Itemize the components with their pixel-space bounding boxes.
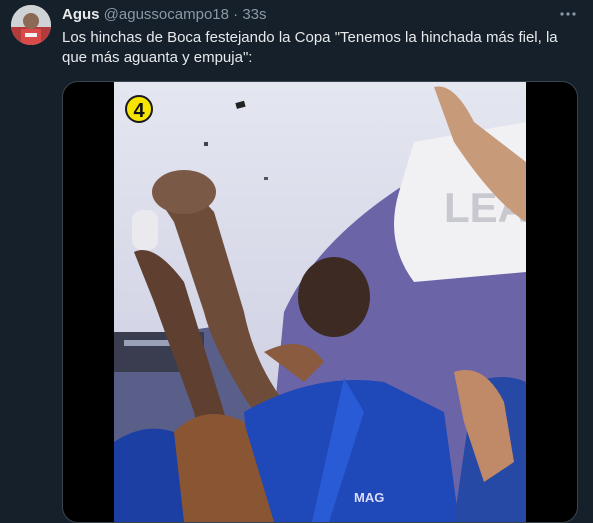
shirt-text: MAG xyxy=(354,490,384,505)
video-frame-image: LEA MAG xyxy=(114,82,526,522)
avatar-image xyxy=(11,5,51,45)
tweet-header: Agus @agussocampo18 · 33s xyxy=(62,5,553,25)
separator-dot: · xyxy=(233,6,239,23)
avatar[interactable] xyxy=(11,5,51,45)
number-badge: 4 xyxy=(125,95,153,123)
timestamp[interactable]: 33s xyxy=(242,6,266,23)
user-handle[interactable]: @agussocampo18 xyxy=(104,6,229,23)
more-options-button[interactable] xyxy=(557,5,579,25)
tweet-text: Los hinchas de Boca festejando la Copa "… xyxy=(62,29,558,66)
tweet[interactable]: Agus @agussocampo18 · 33s Los hinchas de… xyxy=(0,0,593,523)
video-frame[interactable]: LEA MAG 4 xyxy=(114,82,526,522)
ellipsis-icon xyxy=(560,12,576,16)
display-name[interactable]: Agus xyxy=(62,6,100,23)
tweet-media-video[interactable]: LEA MAG 4 xyxy=(62,81,578,523)
